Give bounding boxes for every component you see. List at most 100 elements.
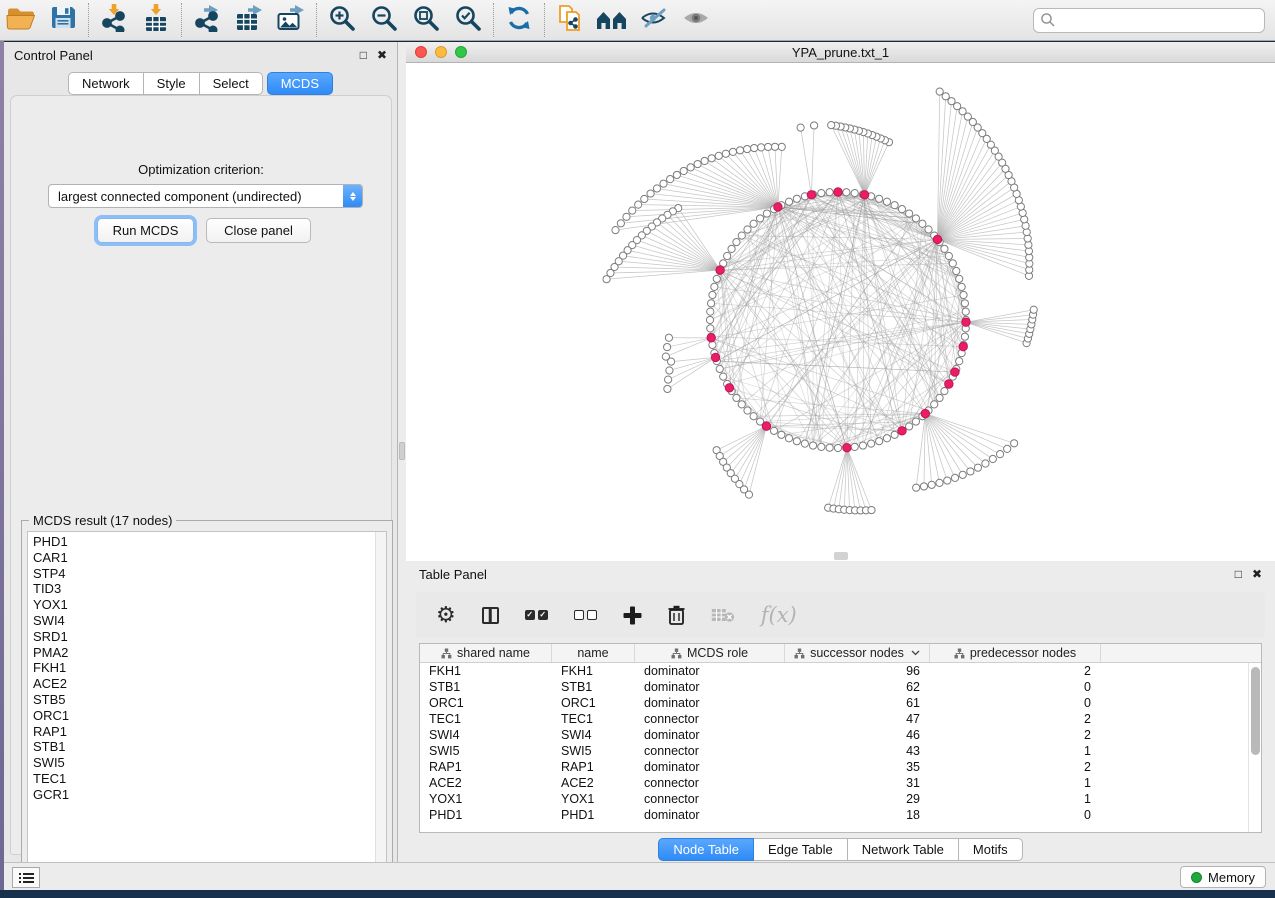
mcds-node[interactable] (716, 266, 724, 274)
network-node[interactable] (818, 189, 825, 196)
close-panel-button[interactable]: Close panel (206, 218, 311, 243)
network-node[interactable] (942, 93, 949, 100)
network-node[interactable] (617, 220, 624, 227)
network-node[interactable] (660, 180, 667, 187)
column-header-name[interactable]: name (552, 644, 635, 662)
network-node[interactable] (756, 215, 763, 222)
network-node[interactable] (729, 148, 736, 155)
mcds-result-item[interactable]: CAR1 (33, 550, 386, 566)
network-node[interactable] (758, 144, 765, 151)
network-node[interactable] (811, 122, 818, 129)
network-node[interactable] (635, 201, 642, 208)
network-node[interactable] (764, 143, 771, 150)
table-options-button[interactable]: ⚙ (436, 602, 456, 628)
mcds-result-item[interactable]: YOX1 (33, 597, 386, 613)
close-panel-icon[interactable]: ✖ (1252, 568, 1262, 580)
mcds-result-item[interactable]: FKH1 (33, 660, 386, 676)
network-node[interactable] (793, 195, 800, 202)
network-node[interactable] (953, 267, 960, 274)
network-node[interactable] (818, 443, 825, 450)
mcds-node[interactable] (711, 353, 719, 361)
network-node[interactable] (958, 283, 965, 290)
network-node[interactable] (876, 438, 883, 445)
network-node[interactable] (941, 388, 948, 395)
network-node[interactable] (996, 451, 1003, 458)
network-node[interactable] (744, 407, 751, 414)
network-node[interactable] (612, 226, 619, 233)
horizontal-splitter[interactable] (406, 550, 1275, 561)
network-node[interactable] (974, 464, 981, 471)
float-panel-icon[interactable]: □ (360, 49, 367, 61)
network-node[interactable] (763, 210, 770, 217)
mcds-result-item[interactable]: GCR1 (33, 787, 386, 803)
network-node[interactable] (989, 455, 996, 462)
open-file-button[interactable] (0, 2, 42, 38)
mcds-node[interactable] (945, 380, 953, 388)
mcds-node[interactable] (933, 235, 941, 243)
network-node[interactable] (751, 144, 758, 151)
network-node[interactable] (750, 220, 757, 227)
network-node[interactable] (951, 474, 958, 481)
tab-style[interactable]: Style (144, 72, 200, 95)
mcds-list-scrollbar[interactable] (375, 532, 386, 885)
mcds-node[interactable] (860, 191, 868, 199)
network-node[interactable] (653, 185, 660, 192)
network-node[interactable] (936, 394, 943, 401)
delete-column-button[interactable] (668, 602, 685, 628)
hide-selected-button[interactable] (633, 2, 675, 38)
table-scrollbar-thumb[interactable] (1251, 667, 1260, 755)
network-node[interactable] (738, 401, 745, 408)
mcds-result-item[interactable]: TEC1 (33, 771, 386, 787)
table-row[interactable]: ACE2ACE2connector311 (420, 775, 1261, 791)
network-node[interactable] (898, 206, 905, 213)
network-node[interactable] (876, 195, 883, 202)
table-row[interactable]: SWI5SWI5connector431 (420, 743, 1261, 759)
window-close-traffic-light[interactable] (415, 46, 427, 58)
network-node[interactable] (883, 435, 890, 442)
mcds-result-item[interactable]: SWI4 (33, 613, 386, 629)
network-node[interactable] (771, 143, 778, 150)
network-node[interactable] (707, 300, 714, 307)
mcds-node[interactable] (807, 191, 815, 199)
network-node[interactable] (868, 506, 875, 513)
zoom-selected-button[interactable] (447, 2, 489, 38)
network-node[interactable] (868, 440, 875, 447)
tab-edge-table[interactable]: Edge Table (754, 838, 848, 861)
network-node[interactable] (851, 189, 858, 196)
task-history-button[interactable] (12, 867, 40, 888)
mcds-node[interactable] (725, 384, 733, 392)
network-node[interactable] (728, 245, 735, 252)
mcds-node[interactable] (962, 318, 970, 326)
mcds-result-item[interactable]: STB1 (33, 739, 386, 755)
network-node[interactable] (962, 308, 969, 315)
network-node[interactable] (851, 443, 858, 450)
import-table-button[interactable] (135, 2, 177, 38)
mcds-result-item[interactable]: SRD1 (33, 629, 386, 645)
network-node[interactable] (647, 190, 654, 197)
network-node[interactable] (967, 468, 974, 475)
network-node[interactable] (809, 442, 816, 449)
zoom-fit-button[interactable] (405, 2, 447, 38)
mcds-result-item[interactable]: ACE2 (33, 676, 386, 692)
mcds-node[interactable] (898, 427, 906, 435)
network-node[interactable] (738, 232, 745, 239)
network-node[interactable] (941, 245, 948, 252)
mcds-result-item[interactable]: ORC1 (33, 708, 386, 724)
mcds-node[interactable] (762, 422, 770, 430)
deselect-all-button[interactable] (574, 602, 597, 628)
network-node[interactable] (859, 442, 866, 449)
criterion-select[interactable]: largest connected component (undirected) (48, 184, 363, 208)
network-node[interactable] (707, 325, 714, 332)
network-node[interactable] (920, 483, 927, 490)
table-row[interactable]: FKH1FKH1dominator962 (420, 663, 1261, 679)
network-node[interactable] (711, 283, 718, 290)
network-node[interactable] (956, 358, 963, 365)
network-node[interactable] (722, 150, 729, 157)
network-node[interactable] (826, 189, 833, 196)
network-node[interactable] (931, 401, 938, 408)
chevron-down-icon[interactable] (911, 650, 920, 656)
network-node[interactable] (623, 213, 630, 220)
table-row[interactable]: STB1STB1dominator620 (420, 679, 1261, 695)
splitter-handle[interactable] (834, 552, 848, 560)
mcds-node[interactable] (951, 368, 959, 376)
